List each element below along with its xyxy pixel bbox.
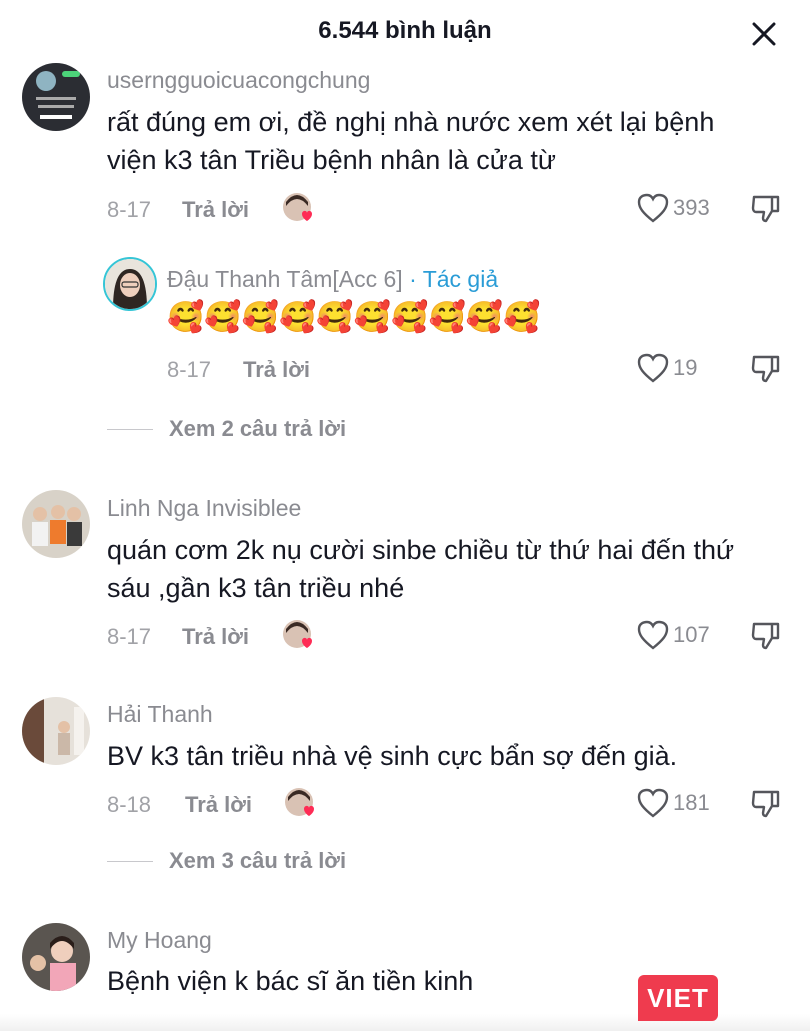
comment-text-line: sáu ,gần k3 tân triều nhé xyxy=(107,573,405,603)
comment-text: rất đúng em ơi, đề nghị nhà nước xem xét… xyxy=(107,103,714,179)
heart-icon xyxy=(637,353,669,383)
watermark-logo: VIET xyxy=(638,975,718,1021)
reply-emoji-text: 🥰🥰🥰🥰🥰🥰🥰🥰🥰🥰 xyxy=(167,301,541,334)
like-count: 393 xyxy=(673,195,710,220)
avatar[interactable] xyxy=(103,257,157,311)
reply-button[interactable]: Trả lời xyxy=(243,357,310,383)
reply-button[interactable]: Trả lời xyxy=(182,197,249,223)
author-liked-icon xyxy=(284,787,318,821)
comment-username[interactable]: userngguoicuacongchung xyxy=(107,67,370,94)
view-replies-label: Xem 3 câu trả lời xyxy=(169,848,347,873)
comment-username[interactable]: Hải Thanh xyxy=(107,701,213,728)
comment-text-line: viện k3 tân Triều bệnh nhân là cửa từ xyxy=(107,145,556,175)
author-name[interactable]: Đậu Thanh Tâm[Acc 6] xyxy=(167,266,403,292)
comment-text-line: BV k3 tân triều nhà vệ sinh cực bẩn sợ đ… xyxy=(107,741,678,771)
like-count: 19 xyxy=(673,355,698,380)
author-badge: · Tác giả xyxy=(409,266,499,292)
view-replies-button[interactable]: Xem 2 câu trả lời xyxy=(107,416,346,442)
comment-text: Bệnh viện k bác sĩ ăn tiền kinh xyxy=(107,962,473,1000)
comment-text-line: rất đúng em ơi, đề nghị nhà nước xem xét… xyxy=(107,107,715,137)
dislike-icon[interactable] xyxy=(750,788,782,820)
comment-count-title: 6.544 bình luận xyxy=(318,17,492,44)
like-button[interactable]: 393 xyxy=(637,193,710,223)
like-button[interactable]: 19 xyxy=(637,353,697,383)
heart-icon xyxy=(637,193,669,223)
reply-button[interactable]: Trả lời xyxy=(185,792,252,818)
close-icon[interactable] xyxy=(744,14,784,54)
comment-username[interactable]: My Hoang xyxy=(107,927,212,954)
reply-button[interactable]: Trả lời xyxy=(182,624,249,650)
view-replies-label: Xem 2 câu trả lời xyxy=(169,416,347,441)
comment-date: 8-17 xyxy=(167,357,212,382)
comment-text-line: Bệnh viện k bác sĩ ăn tiền kinh xyxy=(107,966,474,996)
avatar[interactable] xyxy=(22,63,90,131)
avatar[interactable] xyxy=(22,697,90,765)
dislike-icon[interactable] xyxy=(750,620,782,652)
heart-icon xyxy=(637,620,669,650)
like-button[interactable]: 181 xyxy=(637,788,710,818)
comment-username[interactable]: Linh Nga Invisiblee xyxy=(107,495,301,522)
like-button[interactable]: 107 xyxy=(637,620,710,650)
author-liked-icon xyxy=(282,192,316,226)
divider xyxy=(107,860,153,862)
like-count: 181 xyxy=(673,790,710,815)
comments-header: 6.544 bình luận xyxy=(0,0,810,64)
comment-text-line: quán cơm 2k nụ cười sinbe chiều từ thứ h… xyxy=(107,535,735,565)
like-count: 107 xyxy=(673,622,710,647)
view-replies-button[interactable]: Xem 3 câu trả lời xyxy=(107,848,346,874)
divider xyxy=(107,428,153,430)
avatar[interactable] xyxy=(22,923,90,991)
heart-icon xyxy=(637,788,669,818)
comment-date: 8-17 xyxy=(107,197,152,222)
comment-text: quán cơm 2k nụ cười sinbe chiều từ thứ h… xyxy=(107,531,734,607)
comment-text: BV k3 tân triều nhà vệ sinh cực bẩn sợ đ… xyxy=(107,737,677,775)
comment-date: 8-18 xyxy=(107,792,152,817)
author-liked-icon xyxy=(282,619,316,653)
reply-username[interactable]: Đậu Thanh Tâm[Acc 6] · Tác giả xyxy=(167,266,498,293)
avatar[interactable] xyxy=(22,490,90,558)
dislike-icon[interactable] xyxy=(750,353,782,385)
comment-date: 8-17 xyxy=(107,624,152,649)
dislike-icon[interactable] xyxy=(750,193,782,225)
